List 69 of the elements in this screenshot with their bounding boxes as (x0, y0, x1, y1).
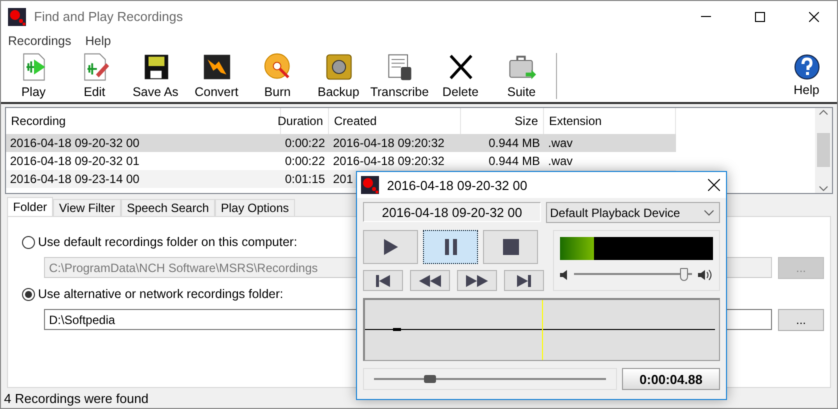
skip-back-icon (376, 274, 390, 286)
position-thumb[interactable] (424, 374, 436, 382)
toolbar-button[interactable]: Backup (308, 50, 369, 102)
fast-forward-icon (466, 274, 488, 286)
app-logo-icon (361, 176, 379, 194)
pause-icon (444, 239, 456, 255)
help-icon (794, 54, 820, 80)
toolbar-button[interactable]: Convert (186, 50, 247, 102)
play-icon (382, 238, 398, 256)
toolbar-button[interactable]: Save As (125, 50, 186, 102)
minimize-icon (701, 16, 711, 17)
chevron-down-icon[interactable] (819, 186, 828, 192)
radio-label: Use alternative or network recordings folder: (38, 287, 284, 302)
table-cell-text: 0:01:15 (284, 170, 326, 188)
table-cell-text: 2016-04-18 09-20-32 01 (9, 152, 140, 170)
device-dropdown[interactable]: Default Playback Device (546, 202, 720, 223)
table-cell-text: 2016-04-18 09-20-32 00 (9, 134, 140, 152)
browse-button[interactable]: ... (778, 309, 824, 332)
table-cell-text: 201 (332, 170, 354, 188)
toolbar-button[interactable]: Play (3, 50, 64, 102)
table-cell-text: 2016-04-18 09:20:32 (332, 152, 446, 170)
radio-label: Use default recordings folder on this computer: (38, 235, 298, 250)
file-name-display: 2016-04-18 09-20-32 00 (363, 202, 541, 222)
transport-button[interactable] (423, 230, 478, 264)
transport-button[interactable] (363, 230, 418, 264)
speaker-loud-icon (698, 268, 713, 280)
skip-forward-icon (517, 274, 531, 286)
seek-button[interactable] (410, 270, 450, 291)
transport-button[interactable] (483, 230, 538, 264)
toolbar-button[interactable]: Suite (491, 50, 552, 102)
chevron-up-icon[interactable] (819, 110, 828, 115)
rewind-icon (419, 274, 441, 286)
toolbar-button[interactable]: Transcribe (369, 50, 430, 102)
close-icon[interactable] (708, 179, 720, 191)
table-cell-text: .wav (547, 134, 574, 152)
seek-button[interactable] (504, 270, 544, 291)
radio-button[interactable] (22, 288, 35, 301)
waveform[interactable] (363, 298, 720, 361)
table-cell-text: 2016-04-18 09-23-14 00 (9, 170, 140, 188)
seek-button[interactable] (457, 270, 497, 291)
window-title: Find and Play Recordings (34, 9, 184, 24)
table-cell-text: 2016-04-18 09:20:32 (332, 134, 446, 152)
scrollbar[interactable] (815, 108, 832, 194)
close-icon (809, 12, 819, 22)
volume-thumb[interactable] (680, 268, 688, 281)
tab[interactable]: View Filter (53, 199, 121, 216)
time-display: 0:00:04.88 (622, 368, 720, 390)
caret-icon (704, 210, 714, 216)
toolbar-button[interactable]: Burn (247, 50, 308, 102)
tab[interactable]: Speech Search (120, 199, 215, 216)
tab[interactable]: Play Options (214, 199, 295, 216)
seek-button[interactable] (363, 270, 403, 291)
table-row[interactable]: 2016-04-18 09-20-32 00 0:00:22 2016-04-18 09:20:32 0.944 MB .wav (6, 134, 676, 152)
tab[interactable]: Folder (7, 197, 54, 216)
maximize-icon (755, 12, 765, 22)
toolbar-button[interactable]: Delete (430, 50, 491, 102)
table-cell-text: .wav (547, 152, 574, 170)
table-cell-text: 0.944 MB (488, 152, 541, 170)
help-button[interactable]: Help (776, 50, 837, 102)
table-cell-text: 0:00:22 (284, 134, 326, 152)
table-cell-text: 0:00:22 (284, 152, 326, 170)
speaker-low-icon (560, 270, 568, 280)
status-text: 4 Recordings were found (3, 390, 150, 408)
table-cell-text: 0.944 MB (488, 134, 541, 152)
app-logo-icon (8, 8, 26, 26)
menu-item[interactable]: Help (85, 34, 111, 48)
toolbar-button[interactable]: Edit (64, 50, 125, 102)
menu-item[interactable]: Recordings (8, 34, 72, 48)
stop-icon (502, 239, 518, 255)
